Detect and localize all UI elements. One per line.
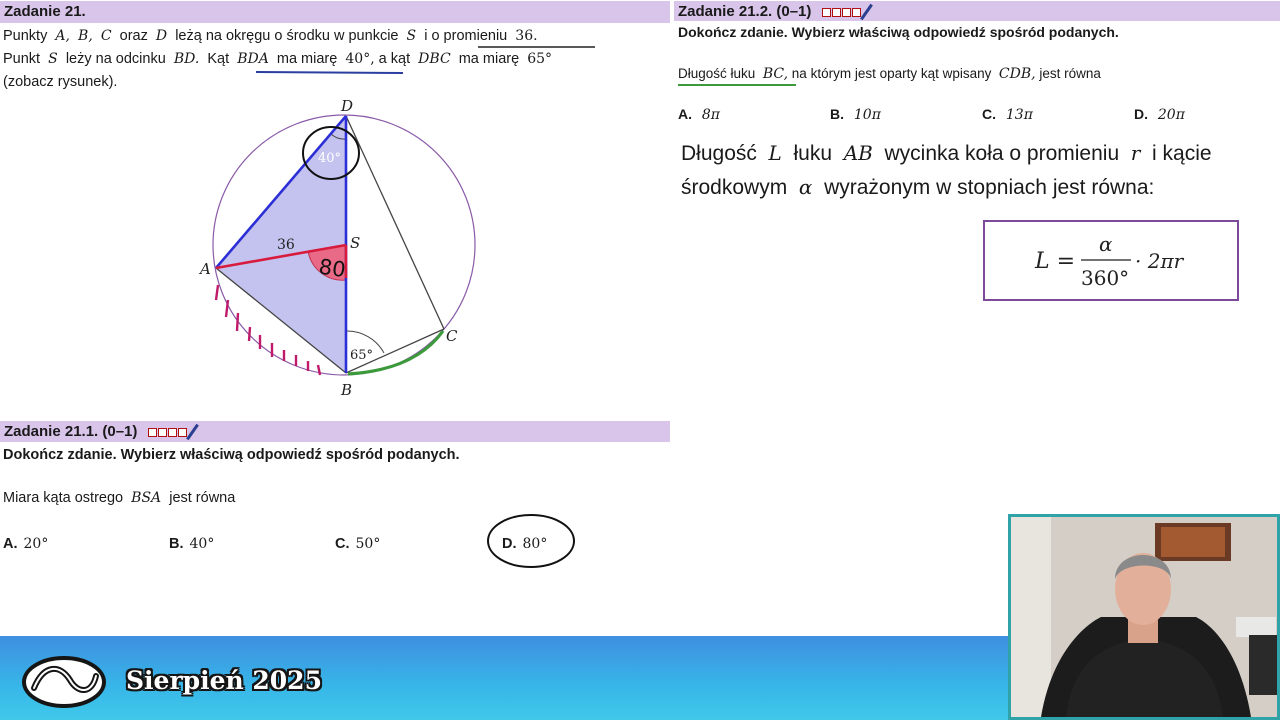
- label-angle-b: 65°: [350, 348, 373, 363]
- logo-icon: [22, 656, 106, 708]
- task21-1-option-b[interactable]: B. 40°: [169, 536, 214, 552]
- underline-question: [678, 84, 796, 86]
- label-s: S: [350, 234, 360, 252]
- task21-1-instruction: Dokończ zdanie. Wybierz właściwą odpowie…: [3, 447, 460, 463]
- label-a: A: [198, 260, 211, 278]
- points-boxes-2: [821, 2, 862, 23]
- formula-numerator: α: [1099, 232, 1113, 256]
- arc-length-formula: L = α 360° · 2πr: [983, 220, 1239, 301]
- points-boxes: [147, 422, 188, 443]
- task21-1-question: Miara kąta ostrego BSA jest równa: [3, 490, 236, 506]
- webcam-scene: [1011, 517, 1277, 717]
- task21-1-option-c[interactable]: C. 50°: [335, 536, 380, 552]
- task21-1-option-a[interactable]: A. 20°: [3, 536, 48, 552]
- task21-2-header: Zadanie 21.2. (0–1): [674, 1, 1280, 21]
- segment-dc: [345, 115, 445, 330]
- formula-rhs: · 2πr: [1135, 249, 1185, 273]
- label-angle-d: 40°: [318, 151, 341, 166]
- formula-lhs: L =: [1034, 249, 1075, 274]
- label-d: D: [340, 97, 353, 115]
- task21-2-option-c[interactable]: C. 13π: [982, 106, 1033, 123]
- label-angle-s: 80: [317, 255, 347, 282]
- label-c: C: [446, 327, 458, 345]
- geometry-figure: D A S B C 40° 36 80 65°: [198, 97, 476, 399]
- formula-denominator: 360°: [1081, 266, 1129, 290]
- arc-note-line1: Długość L łuku AB wycinka koła o promien…: [681, 141, 1212, 165]
- underline-angle: [255, 71, 404, 74]
- task21-2-option-b[interactable]: B. 10π: [830, 106, 881, 123]
- footer-title: Sierpień 2025: [126, 666, 322, 695]
- task21-2-option-d[interactable]: D. 20π: [1134, 106, 1185, 123]
- formula-svg: L = α 360° · 2πr: [1034, 232, 1185, 290]
- arc-note-line2: środkowym α wyrażonym w stopniach jest r…: [681, 175, 1155, 199]
- task21-2-header-label: Zadanie 21.2. (0–1): [678, 3, 812, 20]
- pen-icon-2: [859, 3, 873, 21]
- label-b: B: [340, 381, 352, 399]
- label-radius: 36: [277, 237, 295, 253]
- task21-1-header: Zadanie 21.1. (0–1): [0, 421, 670, 442]
- task21-2-instruction: Dokończ zdanie. Wybierz właściwą odpowie…: [678, 24, 1119, 40]
- pen-icon: [185, 423, 199, 441]
- task21-1-header-label: Zadanie 21.1. (0–1): [4, 423, 138, 440]
- webcam-overlay: [1008, 514, 1280, 720]
- text-annotations: [255, 46, 595, 74]
- task21-2-option-a[interactable]: A. 8π: [678, 106, 720, 123]
- answer-circle: [487, 514, 575, 568]
